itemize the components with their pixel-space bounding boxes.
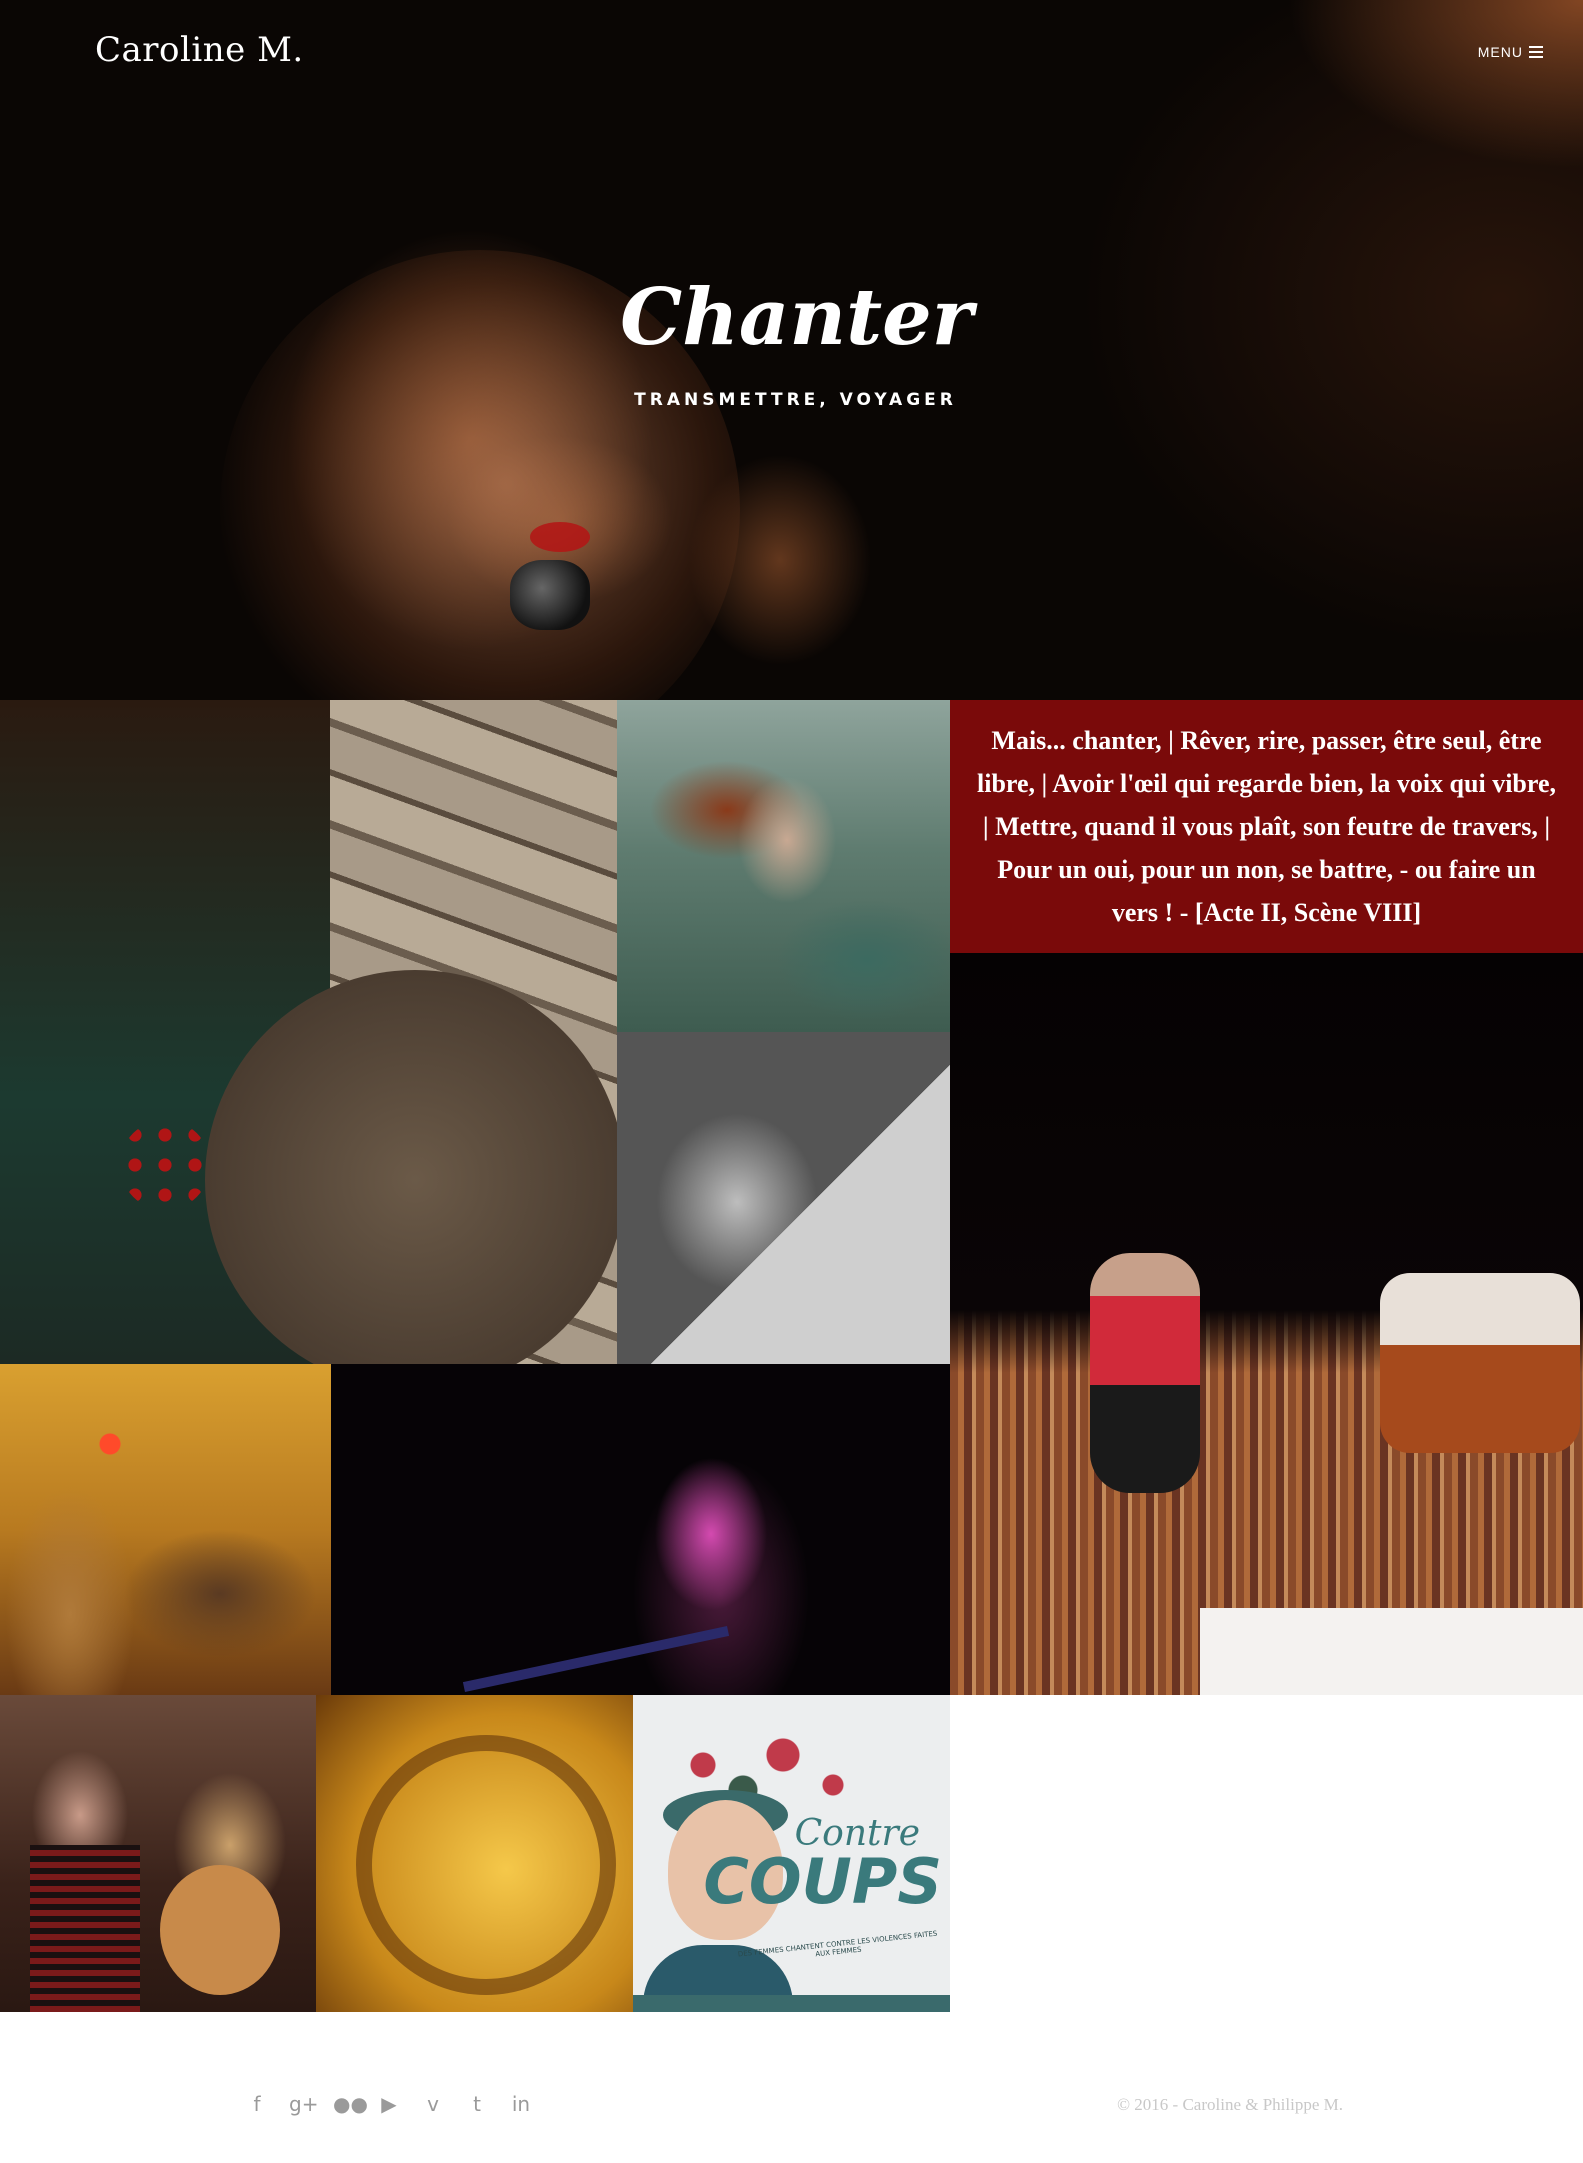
hero-lips: [530, 522, 590, 552]
google-plus-icon[interactable]: g+: [289, 2092, 318, 2116]
gallery-image-singer-pink-light[interactable]: [331, 1364, 950, 1695]
image-detail: [30, 1845, 140, 2012]
tumblr-icon[interactable]: t: [465, 2092, 489, 2116]
poster-footer-band: [633, 1995, 950, 2012]
gallery-image-siren-painting[interactable]: [617, 700, 950, 1032]
gallery-image-lamp-shadow[interactable]: [316, 1695, 633, 2012]
image-detail: [462, 1626, 730, 1692]
gallery-image-bar-concert[interactable]: [0, 1695, 316, 2012]
image-detail: [120, 1120, 210, 1210]
footer: f g+ ●● ▶ v t in © 2016 - Caroline & Phi…: [0, 2012, 1583, 2163]
menu-button[interactable]: MENU: [1478, 44, 1543, 60]
hero-subtitle: TRANSMETTRE, VOYAGER: [634, 390, 957, 410]
linkedin-icon[interactable]: in: [509, 2092, 533, 2116]
poster-subtitle: DES FEMMES CHANTENT CONTRE LES VIOLENCES…: [737, 1929, 938, 1959]
flickr-icon[interactable]: ●●: [333, 2092, 368, 2116]
hero-title: Chanter: [620, 272, 973, 363]
hero-banner: Caroline M. MENU Chanter TRANSMETTRE, VO…: [0, 0, 1583, 700]
hero-microphone: [510, 560, 590, 630]
quote-text: Mais... chanter, | Rêver, rire, passer, …: [977, 726, 1556, 927]
image-detail: [1090, 1253, 1200, 1493]
gallery-image-necklace-drum[interactable]: [0, 700, 617, 1364]
site-logo[interactable]: Caroline M.: [95, 30, 304, 70]
vimeo-icon[interactable]: v: [421, 2092, 445, 2116]
copyright-text: © 2016 - Caroline & Philippe M.: [1117, 2095, 1343, 2114]
hamburger-icon: [1529, 46, 1543, 58]
image-detail: [160, 1865, 280, 1995]
facebook-icon[interactable]: f: [245, 2092, 269, 2116]
image-detail: [356, 1735, 616, 1995]
menu-label: MENU: [1477, 44, 1523, 60]
image-detail: [1200, 1608, 1583, 1695]
social-links: f g+ ●● ▶ v t in: [245, 2092, 533, 2116]
gallery-image-duo-stage[interactable]: [950, 953, 1583, 1695]
youtube-icon[interactable]: ▶: [377, 2092, 401, 2116]
image-detail: [1380, 1273, 1580, 1453]
quote-block: Mais... chanter, | Rêver, rire, passer, …: [950, 700, 1583, 953]
poster-title-line2: COUPS: [703, 1845, 942, 1918]
gallery-image-guitar-still-life[interactable]: [0, 1364, 331, 1695]
gallery-image-portrait[interactable]: [617, 1032, 950, 1364]
gallery-image-contre-coups-poster[interactable]: Contre COUPS DES FEMMES CHANTENT CONTRE …: [633, 1695, 950, 2012]
